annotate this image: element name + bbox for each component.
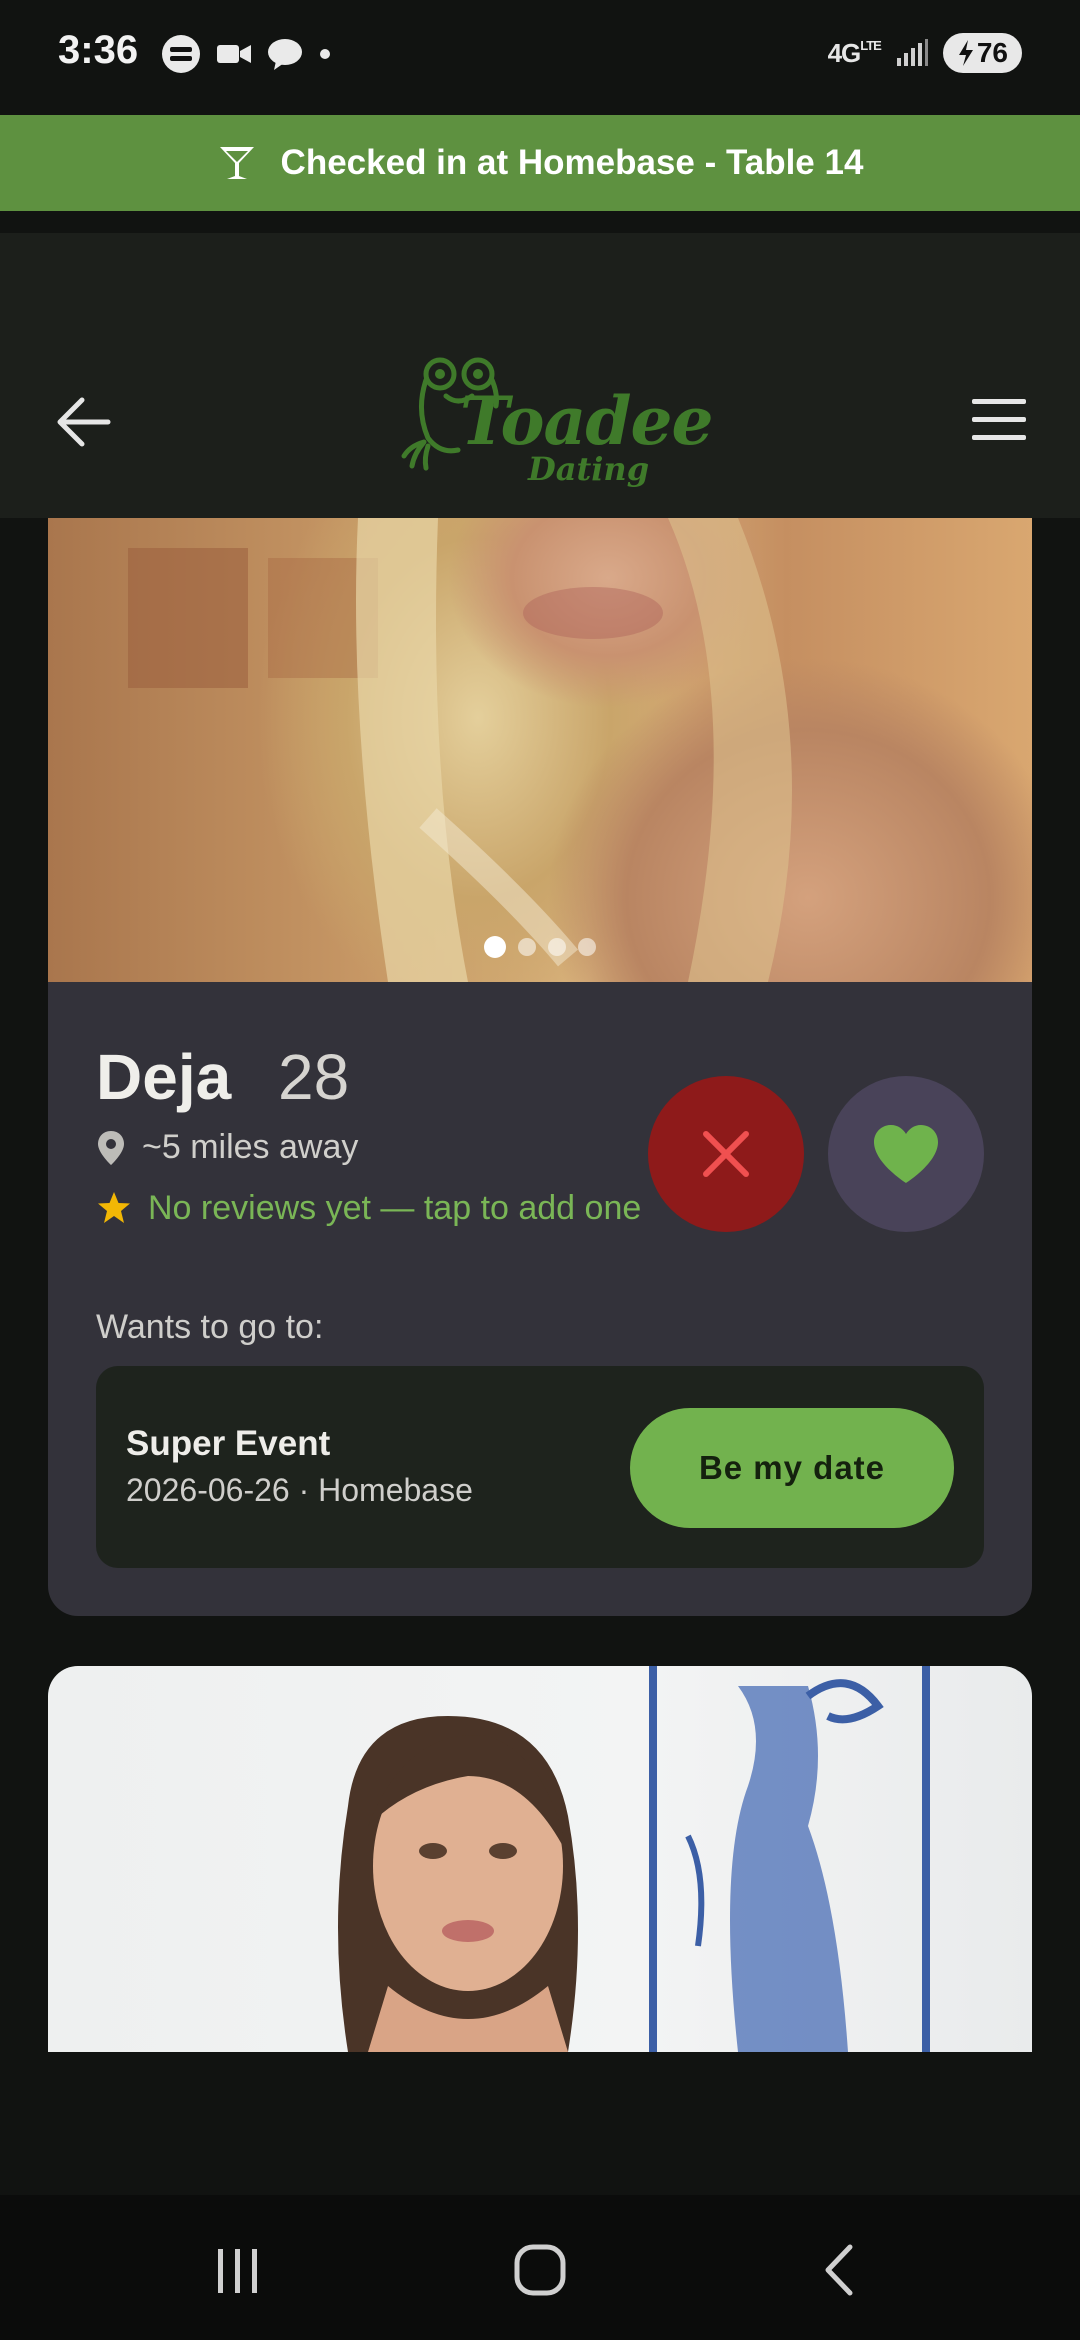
back-arrow-icon[interactable] xyxy=(52,390,116,454)
distance-row: ~5 miles away xyxy=(96,1128,358,1167)
feed-background xyxy=(0,2052,1080,2195)
back-nav-icon[interactable] xyxy=(802,2235,882,2305)
hamburger-menu-icon[interactable] xyxy=(966,395,1030,445)
profile-name: Deja xyxy=(96,1041,232,1113)
system-icons: 4GLTE 76 xyxy=(828,30,1022,76)
distance-text: ~5 miles away xyxy=(142,1128,359,1166)
profile-card[interactable]: Deja 28 ~5 miles away No reviews yet — t… xyxy=(48,518,1032,1616)
heart-icon xyxy=(874,1125,938,1183)
like-button[interactable] xyxy=(828,1076,984,1232)
photo-placeholder-figure xyxy=(128,518,792,982)
status-time: 3:36 xyxy=(58,28,139,72)
photo-dot-4[interactable] xyxy=(578,938,596,956)
app-notification-icon xyxy=(162,35,200,73)
charging-bolt-icon xyxy=(958,40,973,66)
network-type: 4GLTE xyxy=(827,37,882,68)
dot-icon xyxy=(320,49,330,59)
reviews-text[interactable]: No reviews yet — tap to add one xyxy=(148,1184,641,1232)
home-icon[interactable] xyxy=(500,2235,580,2305)
wants-label: Wants to go to: xyxy=(96,1308,324,1346)
event-title: Super Event xyxy=(126,1424,331,1463)
logo-subtitle: Dating xyxy=(528,450,650,488)
logo-wordmark: Toadee xyxy=(460,382,713,460)
be-my-date-button[interactable]: Be my date xyxy=(630,1408,954,1528)
photo-pagination[interactable] xyxy=(484,936,596,958)
event-details: 2026-06-26 · Homebase xyxy=(126,1472,473,1508)
checkin-text: Checked in at Homebase - Table 14 xyxy=(280,143,864,182)
next-profile-photo xyxy=(338,1666,930,2052)
system-nav-bar xyxy=(0,2195,1080,2340)
photo-dot-2[interactable] xyxy=(518,938,536,956)
photo-dot-3[interactable] xyxy=(548,938,566,956)
cocktail-icon xyxy=(219,147,254,179)
profile-photo[interactable] xyxy=(48,518,1032,982)
close-icon xyxy=(703,1131,749,1177)
checkin-banner[interactable]: Checked in at Homebase - Table 14 xyxy=(0,115,1080,211)
banner-spacer xyxy=(0,211,1080,233)
photo-dot-1[interactable] xyxy=(484,936,506,958)
next-profile-card[interactable] xyxy=(48,1666,1032,2052)
reviews-link[interactable]: No reviews yet — tap to add one xyxy=(96,1184,656,1232)
status-bar: 3:36 4GLTE 76 xyxy=(0,0,1080,115)
recent-apps-icon[interactable] xyxy=(198,2235,278,2305)
app-logo: Toadee Dating xyxy=(400,350,713,490)
chat-bubble-icon xyxy=(268,39,302,70)
notification-icons xyxy=(160,32,332,76)
video-camera-icon xyxy=(217,45,251,63)
profile-age: 28 xyxy=(278,1041,350,1113)
reject-button[interactable] xyxy=(648,1076,804,1232)
star-icon xyxy=(98,1192,130,1223)
signal-icon xyxy=(896,39,928,66)
location-pin-icon xyxy=(98,1130,124,1165)
battery-indicator: 76 xyxy=(942,33,1022,73)
event-card: Super Event 2026-06-26 · Homebase Be my … xyxy=(96,1366,984,1568)
